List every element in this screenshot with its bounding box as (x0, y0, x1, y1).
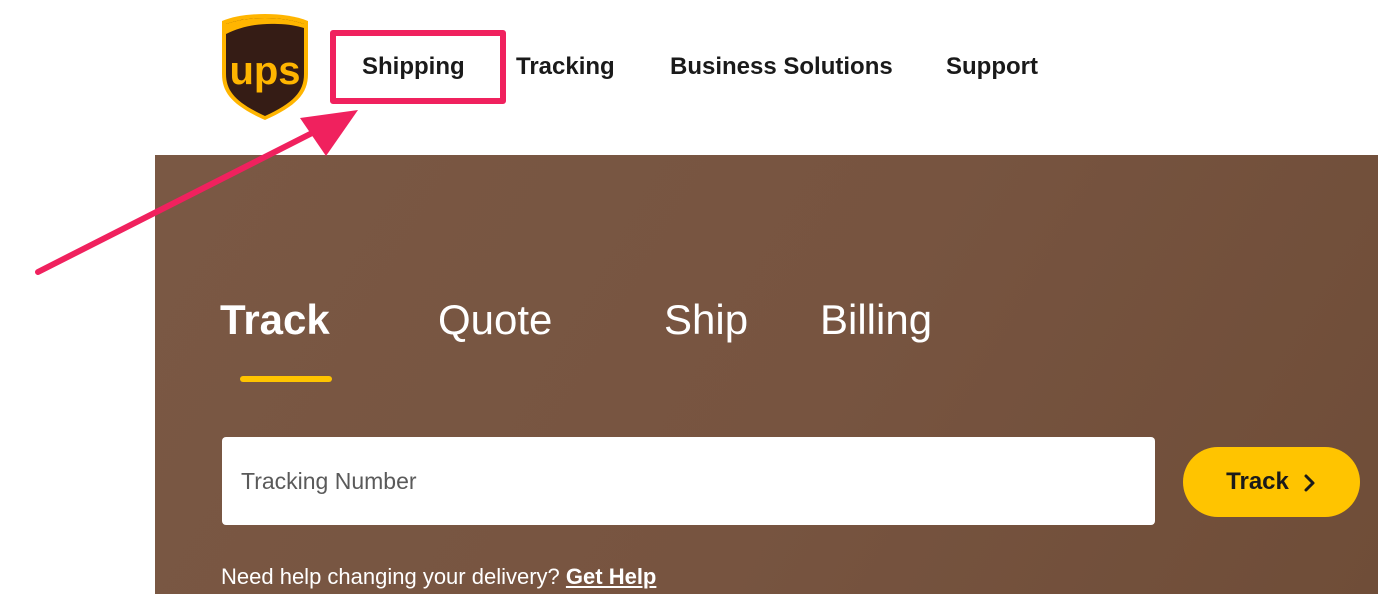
track-button[interactable]: Track (1183, 447, 1360, 517)
tracking-number-input[interactable] (222, 437, 1155, 525)
tab-ship[interactable]: Ship (664, 294, 748, 346)
tab-billing[interactable]: Billing (820, 294, 932, 346)
ups-logo-icon[interactable]: ups (220, 12, 310, 122)
chevron-right-icon (1303, 472, 1317, 492)
hero-panel (155, 155, 1378, 594)
track-button-label: Track (1226, 468, 1289, 495)
get-help-link[interactable]: Get Help (566, 564, 656, 589)
delivery-help-label: Need help changing your delivery? (221, 564, 560, 589)
site-header: ups Shipping Tracking Business Solutions… (0, 0, 1378, 155)
nav-business-solutions[interactable]: Business Solutions (670, 52, 893, 82)
svg-text:ups: ups (229, 49, 300, 93)
tab-quote[interactable]: Quote (438, 294, 552, 346)
tab-track[interactable]: Track (220, 294, 330, 346)
nav-shipping[interactable]: Shipping (362, 52, 465, 82)
nav-tracking[interactable]: Tracking (516, 52, 615, 82)
nav-support[interactable]: Support (946, 52, 1038, 82)
delivery-help-text: Need help changing your delivery? Get He… (221, 563, 656, 591)
active-tab-indicator (240, 376, 332, 382)
